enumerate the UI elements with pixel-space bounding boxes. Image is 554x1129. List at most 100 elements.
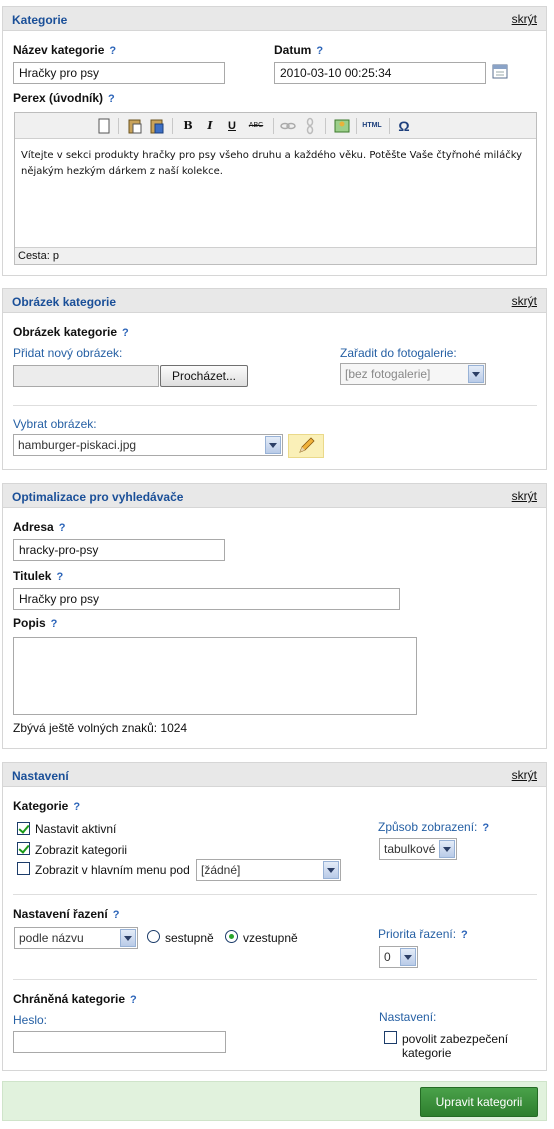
description-textarea[interactable]: [13, 637, 417, 715]
page-title-label-text: Titulek: [13, 569, 52, 583]
gallery-select[interactable]: [bez fotogalerie]: [340, 363, 486, 385]
sort-priority-label-text: Priorita řazení:: [378, 927, 457, 941]
chevron-down-icon: [323, 861, 339, 879]
chevron-down-icon: [265, 436, 281, 454]
help-icon[interactable]: ?: [73, 802, 84, 813]
browse-button[interactable]: Procházet...: [160, 365, 248, 387]
date-input[interactable]: [274, 62, 486, 84]
display-mode-select[interactable]: tabulkové: [379, 838, 457, 860]
edit-image-button[interactable]: [288, 434, 324, 458]
security-checkbox[interactable]: [384, 1031, 397, 1044]
category-hide-link[interactable]: skrýt: [512, 12, 537, 26]
settings-panel-title: Nastavení: [12, 769, 69, 783]
page-title-input[interactable]: [13, 588, 400, 610]
paste-word-icon[interactable]: [148, 117, 166, 135]
italic-button[interactable]: I: [201, 117, 219, 135]
category-name-label-text: Název kategorie: [13, 43, 105, 57]
add-image-label: Přidat nový obrázek:: [13, 346, 123, 360]
submit-bar: Upravit kategorii: [2, 1081, 547, 1121]
calendar-icon[interactable]: [492, 63, 508, 79]
toolbar-separator: [389, 118, 390, 134]
help-icon[interactable]: ?: [59, 523, 70, 534]
address-label-text: Adresa: [13, 520, 54, 534]
help-icon[interactable]: ?: [109, 46, 120, 57]
update-category-button[interactable]: Upravit kategorii: [420, 1087, 538, 1117]
sort-settings-label: Nastavení řazení?: [13, 907, 124, 921]
chevron-down-icon: [468, 365, 484, 383]
category-panel-title: Kategorie: [12, 13, 68, 27]
sort-ascending-label: vzestupně: [243, 931, 298, 945]
seo-hide-link[interactable]: skrýt: [512, 489, 537, 503]
security-checkbox-label: povolit zabezpečení kategorie: [402, 1032, 509, 1060]
image-hide-link[interactable]: skrýt: [512, 294, 537, 308]
show-category-checkbox[interactable]: [17, 842, 30, 855]
settings-hide-link[interactable]: skrýt: [512, 768, 537, 782]
sort-priority-select[interactable]: 0: [379, 946, 418, 968]
divider: [13, 894, 537, 895]
image-section-label: Obrázek kategorie?: [13, 325, 133, 339]
image-section-label-text: Obrázek kategorie: [13, 325, 118, 339]
html-source-button[interactable]: HTML: [360, 117, 384, 135]
active-checkbox[interactable]: [17, 822, 30, 835]
menu-parent-select[interactable]: [žádné]: [196, 859, 341, 881]
display-mode-label-text: Způsob zobrazení:: [378, 820, 478, 834]
protected-category-label: Chráněná kategorie?: [13, 992, 141, 1006]
category-options-label: Kategorie?: [13, 799, 84, 813]
address-input[interactable]: [13, 539, 225, 561]
seo-panel: Optimalizace pro vyhledávače skrýt Adres…: [2, 483, 547, 749]
editor-toolbar: B I U ABC HTML Ω: [15, 113, 536, 139]
image-icon[interactable]: [333, 117, 351, 135]
image-select[interactable]: hamburger-piskaci.jpg: [13, 434, 283, 456]
perex-text[interactable]: Vítejte v sekci produkty hračky pro psy …: [15, 140, 536, 248]
help-icon[interactable]: ?: [56, 572, 67, 583]
sort-descending-label: sestupně: [165, 931, 214, 945]
help-icon[interactable]: ?: [461, 930, 472, 941]
new-document-icon[interactable]: [95, 117, 113, 135]
description-label-text: Popis: [13, 616, 46, 630]
bold-button[interactable]: B: [179, 117, 197, 135]
help-icon[interactable]: ?: [130, 995, 141, 1006]
perex-editor: B I U ABC HTML Ω Vítejte v sekci produkt…: [14, 112, 537, 265]
category-panel-header: Kategorie skrýt: [3, 7, 546, 31]
divider: [13, 979, 537, 980]
underline-button[interactable]: U: [223, 117, 241, 135]
sort-by-value: podle názvu: [19, 931, 84, 945]
help-icon[interactable]: ?: [482, 823, 493, 834]
toolbar-separator: [356, 118, 357, 134]
select-image-label: Vybrat obrázek:: [13, 417, 97, 431]
strikethrough-button[interactable]: ABC: [245, 117, 267, 135]
help-icon[interactable]: ?: [113, 910, 124, 921]
display-mode-label: Způsob zobrazení:?: [378, 820, 493, 834]
help-icon[interactable]: ?: [316, 46, 327, 57]
address-label: Adresa?: [13, 520, 70, 534]
sort-by-select[interactable]: podle názvu: [14, 927, 138, 949]
gallery-select-value: [bez fotogalerie]: [345, 367, 431, 381]
category-name-label: Název kategorie?: [13, 43, 120, 57]
toolbar-separator: [325, 118, 326, 134]
paste-icon[interactable]: [126, 117, 144, 135]
image-panel-title: Obrázek kategorie: [12, 295, 117, 309]
unlink-icon[interactable]: [301, 117, 319, 135]
category-panel: Kategorie skrýt Název kategorie? Datum? …: [2, 6, 547, 276]
toolbar-separator: [118, 118, 119, 134]
file-input[interactable]: [13, 365, 159, 387]
seo-panel-title: Optimalizace pro vyhledávače: [12, 490, 184, 504]
category-name-input[interactable]: [13, 62, 225, 84]
main-menu-checkbox[interactable]: [17, 862, 30, 875]
sort-ascending-radio[interactable]: [225, 930, 238, 943]
sort-descending-radio[interactable]: [147, 930, 160, 943]
help-icon[interactable]: ?: [108, 94, 119, 105]
sort-settings-label-text: Nastavení řazení: [13, 907, 108, 921]
chevron-down-icon: [439, 840, 455, 858]
help-icon[interactable]: ?: [51, 619, 62, 630]
image-panel: Obrázek kategorie skrýt Obrázek kategori…: [2, 288, 547, 470]
gallery-label: Zařadit do fotogalerie:: [340, 346, 457, 360]
sort-priority-label: Priorita řazení:?: [378, 927, 472, 941]
link-icon[interactable]: [279, 117, 297, 135]
password-input[interactable]: [13, 1031, 226, 1053]
divider: [13, 405, 537, 406]
special-char-button[interactable]: Ω: [395, 117, 413, 135]
description-label: Popis?: [13, 616, 62, 630]
date-label-text: Datum: [274, 43, 312, 57]
help-icon[interactable]: ?: [122, 328, 133, 339]
